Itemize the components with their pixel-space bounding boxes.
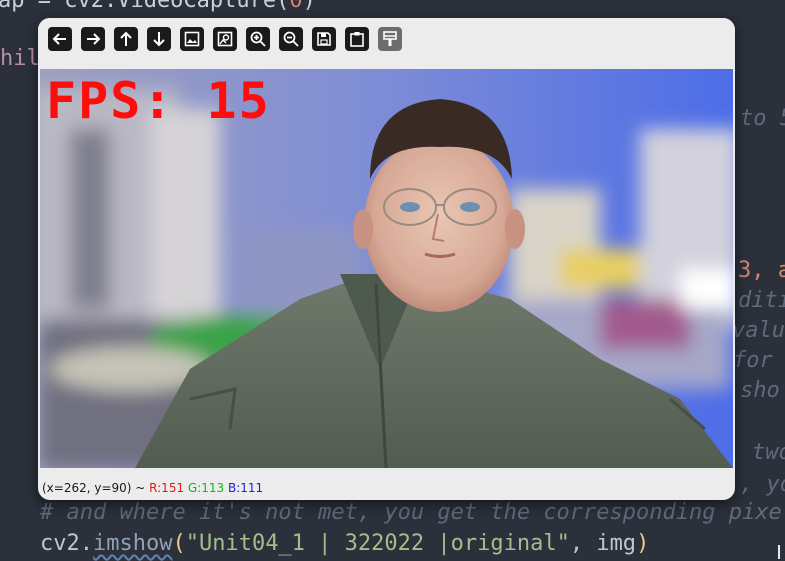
code-module: cv2. (40, 531, 93, 556)
pan-up-button[interactable] (114, 27, 138, 51)
code-fragment: to 5 (740, 106, 785, 131)
clipboard-icon (350, 32, 364, 47)
code-line-imshow: cv2.imshow("Unit04_1 | 322022 |original"… (40, 531, 649, 556)
fps-overlay-text: FPS: 15 (46, 72, 271, 130)
zoom-in-icon (250, 31, 266, 47)
pan-right-button[interactable] (81, 27, 105, 51)
code-paren: ) (636, 531, 650, 556)
image-search-icon (217, 31, 233, 47)
code-paren: ( (172, 531, 186, 556)
image-icon (184, 31, 200, 47)
paint-brush-icon (383, 31, 397, 46)
opencv-image-window[interactable]: FPS: 15 (x=262, y=90) ~ R:151 G:113 B:11… (38, 18, 735, 500)
code-fragment: , yo (740, 472, 785, 497)
code-line-videocapture: ap = cv2.VideoCapture(0) (0, 0, 316, 14)
zoom-out-icon (283, 31, 299, 47)
zoom-out-button[interactable] (279, 27, 303, 51)
save-icon (317, 32, 331, 46)
code-text: ap = cv2.VideoCapture( (0, 0, 290, 13)
code-comment-line: # and where it's not met, you get the co… (40, 500, 782, 525)
save-image-button[interactable] (312, 27, 336, 51)
arrow-up-icon (120, 31, 132, 46)
code-fragment: value (732, 318, 785, 343)
code-string: "Unit04_1 | 322022 |original" (185, 531, 570, 556)
red-value: R:151 (149, 481, 185, 495)
code-text: ) (302, 0, 316, 13)
code-fragment: for w (733, 348, 773, 373)
code-number: 0 (289, 0, 303, 13)
code-fragment: two (752, 440, 785, 465)
pixel-info-statusbar: (x=262, y=90) ~ R:151 G:113 B:111 (38, 473, 735, 500)
pan-left-button[interactable] (48, 27, 72, 51)
webcam-frame[interactable]: FPS: 15 (40, 69, 733, 468)
code-args: , img (569, 531, 637, 556)
code-line-while: hil (0, 46, 40, 71)
properties-button[interactable] (378, 27, 402, 51)
code-fragment: sho (740, 378, 780, 403)
arrow-left-icon (52, 33, 66, 45)
text-cursor (778, 545, 780, 559)
arrow-down-icon (153, 32, 165, 47)
cursor-coordinates: (x=262, y=90) ~ (42, 481, 150, 495)
pan-down-button[interactable] (147, 27, 171, 51)
zoom-actual-button[interactable] (180, 27, 204, 51)
window-toolbar (38, 18, 735, 68)
green-value: G:113 (187, 481, 225, 495)
zoom-in-button[interactable] (246, 27, 270, 51)
code-function: imshow (92, 531, 173, 556)
blue-value: B:111 (228, 481, 264, 495)
zoom-fit-button[interactable] (213, 27, 237, 51)
copy-clipboard-button[interactable] (345, 27, 369, 51)
code-fragment: diti (738, 288, 785, 313)
arrow-right-icon (87, 33, 101, 45)
code-fragment: 3, a (738, 258, 785, 283)
